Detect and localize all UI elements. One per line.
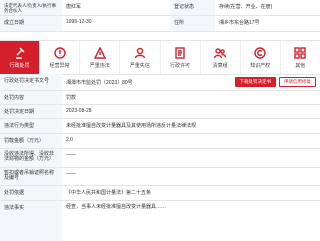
address-value: 湘乡市东台路17号 <box>215 16 320 31</box>
record-row-basis: 处罚依据 《中华人民共和国计量法》第二十五条 <box>0 186 320 201</box>
fine-value: 2.0 <box>62 134 77 148</box>
confiscate-value: —— <box>62 149 80 167</box>
violation-type-label: 违法行为类型 <box>0 119 62 133</box>
record-actions: 下载处罚决定书 申请信用修复 <box>235 77 320 87</box>
tab-other[interactable]: 其他 <box>281 41 320 74</box>
fine-label: 罚款金额（万元） <box>0 134 62 148</box>
tab-label: 经营异常 <box>50 62 70 69</box>
rep-label: 法定代表人/负责人/执行事务合伙人 <box>0 0 62 15</box>
address-label: 住所 <box>170 16 215 31</box>
penalty-record-table: 行政处罚决定书文号 湘潭市市监处罚〔2023〕80号 下载处罚决定书 申请信用修… <box>0 74 320 241</box>
record-row-fact: 违法行为类型 未经批准擅自改变计量器具及其使用场所违反计量法律法规 <box>0 119 320 134</box>
tab-administrative-license[interactable]: 行政许可 <box>161 41 201 74</box>
tab-label: 知识产权 <box>250 62 270 69</box>
detail-label: 违法事实 <box>0 201 62 241</box>
tab-label: 严重失信 <box>130 62 150 69</box>
content-label: 处罚内容 <box>0 91 62 104</box>
decision-date-value: 2023-08-28 <box>62 105 96 118</box>
record-row-detail: 违法事实 经查，当事人未经批准擅自改变计量器具…… <box>0 201 320 241</box>
apply-credit-repair-button[interactable]: 申请信用修复 <box>279 77 316 87</box>
gavel-icon <box>14 47 26 59</box>
alert-icon <box>54 47 66 59</box>
detail-value: 经查，当事人未经批准擅自改变计量器具…… <box>62 201 320 241</box>
date-label: 成立日期 <box>0 16 62 31</box>
group-icon <box>214 47 226 59</box>
tab-label: 其他 <box>295 62 305 69</box>
record-row-confiscate: 没收违法所得、没收非法财物的金额（万元） —— <box>0 149 320 168</box>
status-value: 存续(在营、开业、在册) <box>215 0 320 15</box>
record-row-date: 处罚决定日期 2023-08-28 <box>0 105 320 119</box>
record-row-licence: 暂扣或者吊销证照名称及编号 —— <box>0 168 320 186</box>
violation-type-value: 未经批准擅自改变计量器具及其使用场所违反计量法律法规 <box>62 119 320 133</box>
tab-intellectual-property[interactable]: 知识产权 <box>241 41 281 74</box>
licence-label: 暂扣或者吊销证照名称及编号 <box>0 168 62 185</box>
more-icon <box>294 47 306 59</box>
basis-value: 《中华人民共和国计量法》第二十五条 <box>62 186 320 200</box>
basis-label: 处罚依据 <box>0 186 62 200</box>
warning-icon <box>94 47 106 59</box>
record-row-doc-no: 行政处罚决定书文号 湘潭市市监处罚〔2023〕80号 下载处罚决定书 申请信用修… <box>0 74 320 91</box>
content-value: 罚款 <box>62 91 80 104</box>
date-value: 1996-12-30 <box>62 16 170 31</box>
record-row-content: 处罚内容 罚款 <box>0 91 320 105</box>
tab-label: 清算组 <box>213 62 228 69</box>
download-decision-button[interactable]: 下载处罚决定书 <box>235 77 277 87</box>
tab-label: 行政处罚 <box>10 62 30 69</box>
rep-value: 唐红军 <box>62 0 170 15</box>
decision-date-label: 处罚决定日期 <box>0 105 62 118</box>
licence-value: —— <box>62 168 80 185</box>
document-icon <box>174 47 186 59</box>
tab-serious-dishonesty[interactable]: 严重失信 <box>120 41 160 74</box>
header-row-1: 法定代表人/负责人/执行事务合伙人 唐红军 登记状态 存续(在营、开业、在册) <box>0 0 320 16</box>
company-header: 法定代表人/负责人/执行事务合伙人 唐红军 登记状态 存续(在营、开业、在册) … <box>0 0 320 32</box>
status-label: 登记状态 <box>170 0 215 15</box>
copyright-icon <box>254 47 266 59</box>
header-row-2: 成立日期 1996-12-30 住所 湘乡市东台路17号 <box>0 16 320 32</box>
tab-administrative-penalty[interactable]: 行政处罚 <box>0 41 40 74</box>
tab-label: 严重违法 <box>90 62 110 69</box>
doc-no-label: 行政处罚决定书文号 <box>0 74 62 90</box>
tab-abnormal-operation[interactable]: 经营异常 <box>40 41 80 74</box>
tab-label: 行政许可 <box>170 62 190 69</box>
doc-no-value: 湘潭市市监处罚〔2023〕80号 <box>62 76 235 89</box>
confiscate-label: 没收违法所得、没收非法财物的金额（万元） <box>0 149 62 167</box>
person-icon <box>134 47 146 59</box>
record-row-fine: 罚款金额（万元） 2.0 <box>0 134 320 149</box>
tab-bar: 行政处罚 经营异常 严重违法 严重失信 行政许可 清算组 知识产权 <box>0 40 320 75</box>
tab-serious-violation[interactable]: 严重违法 <box>80 41 120 74</box>
tab-liquidation-group[interactable]: 清算组 <box>201 41 241 74</box>
